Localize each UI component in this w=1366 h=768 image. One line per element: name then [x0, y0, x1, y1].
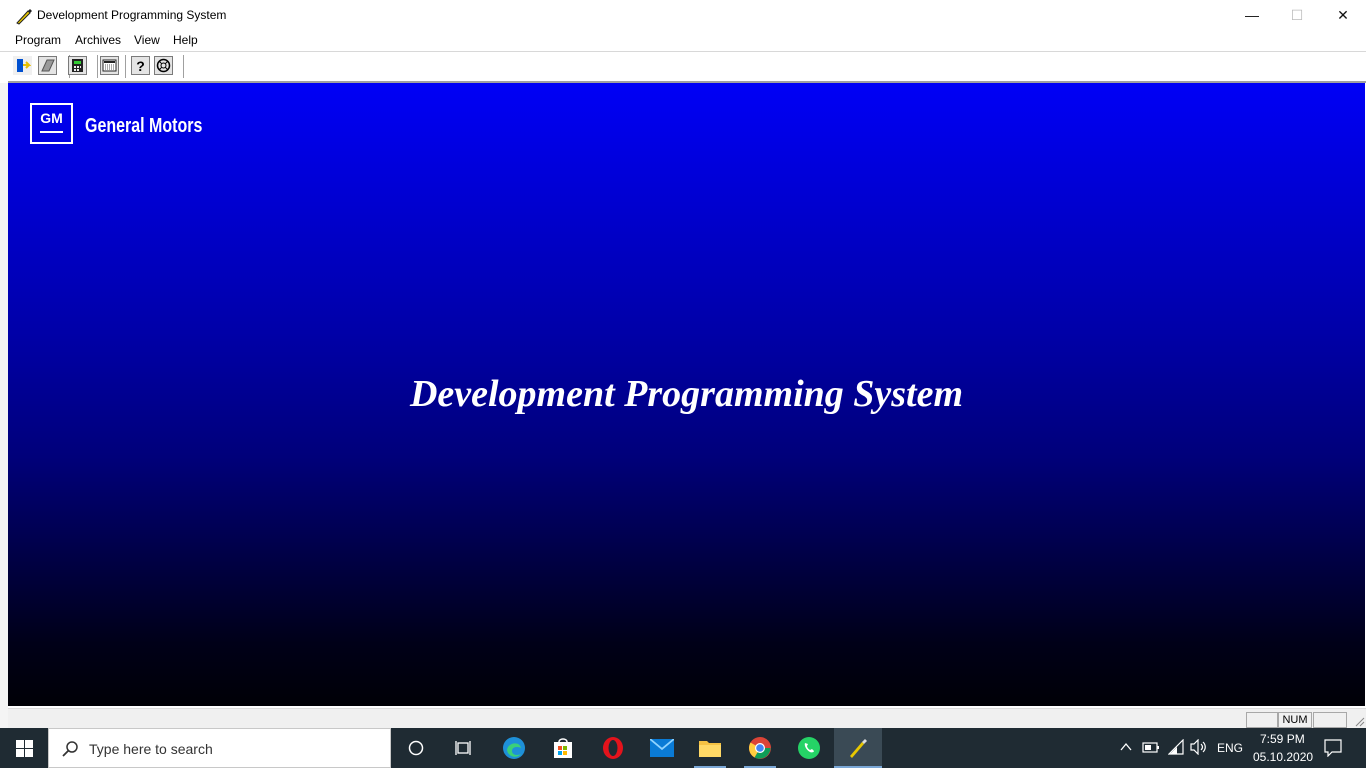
search-icon [62, 741, 78, 757]
gm-logo-text: GM [40, 110, 63, 126]
edge-button[interactable] [490, 728, 538, 768]
calculator-icon [72, 59, 83, 72]
menu-archives[interactable]: Archives [75, 33, 121, 47]
chrome-button[interactable] [736, 728, 784, 768]
resize-grip-icon[interactable] [1353, 715, 1365, 727]
keyboard-button[interactable] [100, 56, 119, 75]
taskbar: Type here to search ENG 7:59 PM 05.10.20… [0, 728, 1366, 768]
status-panel-scroll [1313, 712, 1347, 728]
window-frame-left [0, 83, 8, 728]
dps-app-icon [850, 739, 867, 758]
erase-button[interactable] [38, 56, 57, 75]
exit-button[interactable] [13, 56, 32, 75]
exit-icon [17, 59, 32, 72]
calculator-button[interactable] [68, 56, 87, 75]
edge-icon [503, 737, 525, 759]
task-view-button[interactable] [440, 728, 488, 768]
title-bar: Development Programming System — ☐ ✕ [0, 0, 1366, 31]
keyboard-icon [102, 59, 117, 72]
cortana-button[interactable] [392, 728, 440, 768]
menu-bar: Program Archives View Help [0, 31, 1366, 52]
whatsapp-icon [798, 737, 820, 759]
menu-program[interactable]: Program [15, 33, 61, 47]
chrome-icon [749, 737, 771, 759]
status-panel-num: NUM [1278, 712, 1312, 728]
splash-title: Development Programming System [409, 373, 964, 415]
toolbar: ? [8, 53, 1366, 83]
svg-text:?: ? [136, 58, 145, 74]
store-button[interactable] [539, 728, 587, 768]
window-title: Development Programming System [37, 8, 227, 22]
file-explorer-button[interactable] [686, 728, 734, 768]
company-name: General Motors [85, 115, 203, 137]
clock-time[interactable]: 7:59 PM [1260, 732, 1305, 746]
status-bar: NUM [8, 708, 1366, 729]
battery-icon[interactable] [1142, 740, 1160, 754]
opera-button[interactable] [589, 728, 637, 768]
show-hidden-icons-icon[interactable] [1120, 742, 1132, 752]
network-icon[interactable] [1168, 739, 1184, 755]
cortana-icon [408, 740, 424, 756]
notifications-icon[interactable] [1324, 739, 1342, 757]
status-panel-caps [1246, 712, 1278, 728]
volume-icon[interactable] [1190, 739, 1208, 755]
minimize-button[interactable]: — [1229, 0, 1275, 31]
mail-icon [650, 739, 674, 757]
about-icon [156, 58, 171, 73]
close-button[interactable]: ✕ [1320, 0, 1366, 31]
taskbar-search-box[interactable]: Type here to search [48, 728, 391, 768]
windows-icon [16, 740, 33, 757]
erase-icon [41, 59, 55, 72]
file-explorer-icon [699, 741, 721, 757]
menu-view[interactable]: View [134, 33, 160, 47]
dps-app-button[interactable] [834, 728, 882, 768]
search-placeholder: Type here to search [89, 741, 213, 757]
splash-canvas: GM General Motors Development Programmin… [8, 83, 1365, 706]
gm-logo-underline [40, 131, 63, 133]
whatsapp-button[interactable] [785, 728, 833, 768]
clock-date[interactable]: 05.10.2020 [1253, 750, 1313, 764]
store-icon [554, 738, 572, 758]
gm-logo: GM [30, 103, 73, 144]
help-icon: ? [136, 58, 145, 74]
task-view-icon [455, 741, 471, 755]
language-indicator[interactable]: ENG [1217, 741, 1243, 755]
help-button[interactable]: ? [131, 56, 150, 75]
menu-help[interactable]: Help [173, 33, 198, 47]
about-button[interactable] [154, 56, 173, 75]
start-button[interactable] [0, 728, 48, 768]
opera-icon [603, 737, 623, 759]
maximize-button[interactable]: ☐ [1274, 0, 1320, 31]
mail-button[interactable] [638, 728, 686, 768]
app-icon [16, 9, 32, 25]
